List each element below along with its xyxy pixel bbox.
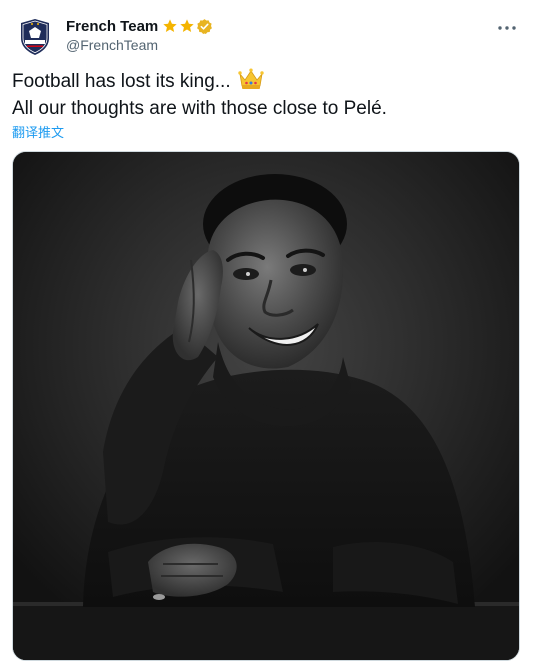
- verified-gold-icon[interactable]: [196, 18, 213, 35]
- portrait-illustration: [13, 152, 519, 660]
- tweet-text: Football has lost its king... All our th…: [12, 68, 517, 122]
- handle[interactable]: @FrenchTeam: [66, 37, 213, 53]
- crown-emoji: [238, 68, 264, 89]
- gold-star-icon: [163, 19, 177, 32]
- translate-tweet-link[interactable]: 翻译推文: [12, 122, 64, 141]
- display-name[interactable]: French Team: [66, 18, 158, 35]
- more-options-icon[interactable]: [497, 18, 517, 38]
- tweet-card: French Team @FrenchTeam Football has los…: [0, 0, 533, 666]
- fff-crest-icon: [21, 19, 49, 55]
- badges: [162, 18, 213, 35]
- tweet-photo[interactable]: [12, 151, 520, 661]
- tweet-line-1-text: Football has lost its king...: [12, 71, 231, 92]
- gold-star-icon: [180, 19, 194, 32]
- avatar[interactable]: [12, 14, 58, 60]
- account-names: French Team @FrenchTeam: [66, 16, 213, 53]
- tweet-line-1: Football has lost its king...: [12, 68, 517, 95]
- tweet-line-2: All our thoughts are with those close to…: [12, 98, 387, 119]
